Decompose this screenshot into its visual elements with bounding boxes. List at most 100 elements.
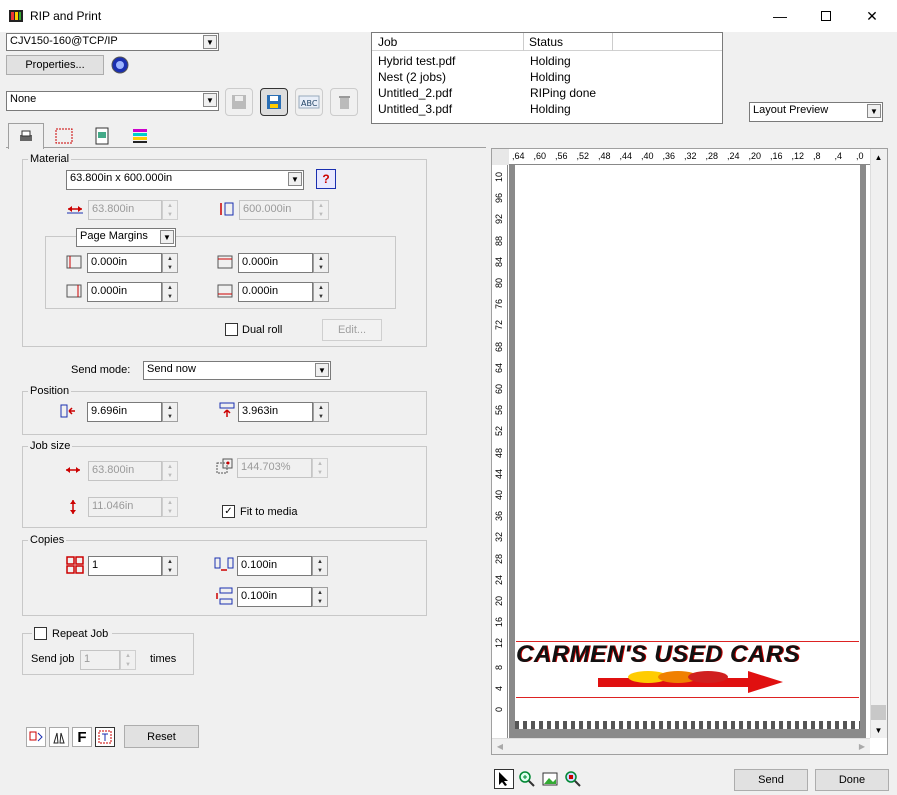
minimize-button[interactable]: —: [757, 0, 803, 32]
floppy-disk-icon: [267, 95, 281, 109]
delete-preset-button[interactable]: [330, 88, 358, 116]
margin-right-icon: [66, 284, 82, 298]
tab-image[interactable]: [86, 124, 118, 148]
job-width-spinner: ▲ ▼: [162, 461, 178, 481]
margin-top-spinner[interactable]: ▲ ▼: [313, 253, 329, 273]
margin-left-spinner[interactable]: ▲ ▼: [162, 253, 178, 273]
job-preview-image[interactable]: CARMEN'S USED CARS: [516, 639, 859, 699]
position-y-spinner[interactable]: ▲ ▼: [313, 402, 329, 422]
material-width-field: 63.800in: [88, 200, 162, 220]
chevron-down-icon: ▼: [315, 363, 329, 377]
margin-top-field[interactable]: 0.000in: [238, 253, 313, 273]
rotate-icon: [29, 731, 43, 742]
view-mode-select[interactable]: Layout Preview ▼: [749, 102, 883, 122]
margin-right-field[interactable]: 0.000in: [87, 282, 162, 302]
horizontal-gap-spinner[interactable]: ▲ ▼: [312, 556, 328, 576]
position-y-field[interactable]: 3.963in: [238, 402, 313, 422]
font-button-label: F: [77, 728, 87, 746]
left-ruler-tick: 68: [494, 341, 504, 352]
fit-to-media-checkbox[interactable]: ✓: [222, 505, 235, 518]
left-ruler-tick: 84: [494, 256, 504, 267]
left-ruler-tick: 12: [494, 638, 504, 649]
position-x-icon: [60, 403, 78, 419]
mirror-icon: [53, 732, 65, 744]
scroll-up-icon[interactable]: ▲: [870, 149, 887, 165]
margin-left-field[interactable]: 0.000in: [87, 253, 162, 273]
material-height-field: 600.000in: [239, 200, 313, 220]
left-ruler-tick: 28: [494, 553, 504, 564]
window-title: RIP and Print: [30, 9, 102, 23]
printer-status-button[interactable]: [111, 56, 129, 74]
car-arrow-icon: [598, 671, 783, 693]
top-ruler-tick: ,36: [662, 151, 676, 161]
tab-printer[interactable]: [8, 123, 44, 149]
margin-right-spinner[interactable]: ▲ ▼: [162, 282, 178, 302]
column-header-job[interactable]: Job: [378, 35, 397, 49]
vertical-scroll-thumb[interactable]: [871, 705, 886, 720]
reset-button[interactable]: Reset: [124, 725, 199, 748]
margin-bottom-field[interactable]: 0.000in: [238, 282, 313, 302]
job-name[interactable]: Untitled_3.pdf: [378, 102, 452, 116]
vertical-scrollbar[interactable]: [870, 149, 887, 738]
margins-mode-value: Page Margins: [80, 230, 148, 242]
zoom-in-button[interactable]: [517, 769, 537, 789]
maximize-button[interactable]: [803, 0, 849, 32]
repeat-job-label: Repeat Job: [52, 628, 109, 640]
tab-layout[interactable]: [48, 124, 80, 148]
abc-icon: ABC: [298, 95, 320, 109]
logo-text: CARMEN'S USED CARS: [516, 641, 801, 668]
close-button[interactable]: ✕: [849, 0, 895, 32]
maximize-icon: [821, 11, 831, 21]
scroll-right-icon[interactable]: ▶: [854, 738, 870, 754]
vertical-gap-field[interactable]: 0.100in: [237, 587, 312, 607]
margin-bottom-spinner[interactable]: ▲ ▼: [313, 282, 329, 302]
crop-marks-icon: [98, 730, 112, 744]
send-mode-select[interactable]: Send now ▼: [143, 361, 331, 380]
tab-color[interactable]: [124, 124, 156, 148]
preset-select[interactable]: None ▼: [6, 91, 219, 111]
globe-icon: [111, 56, 129, 74]
material-size-select[interactable]: 63.800in x 600.000in ▼: [66, 170, 304, 190]
horizontal-gap-field[interactable]: 0.100in: [237, 556, 312, 576]
save-preset-button[interactable]: [225, 88, 253, 116]
margins-mode-select[interactable]: Page Margins ▼: [76, 228, 176, 247]
copies-count-field[interactable]: 1: [88, 556, 162, 576]
material-help-button[interactable]: ?: [316, 169, 336, 189]
job-name[interactable]: Untitled_2.pdf: [378, 86, 452, 100]
rename-preset-button[interactable]: ABC: [295, 88, 323, 116]
width-icon: [66, 201, 84, 217]
job-list[interactable]: Job Status Hybrid test.pdf Holding Nest …: [371, 32, 723, 124]
left-ruler-tick: 32: [494, 532, 504, 543]
vertical-gap-spinner[interactable]: ▲ ▼: [312, 587, 328, 607]
done-button[interactable]: Done: [815, 769, 889, 791]
ruler-corner: [492, 149, 509, 165]
repeat-job-checkbox[interactable]: [34, 627, 47, 640]
edit-dual-roll-button[interactable]: Edit...: [322, 319, 382, 341]
crop-marks-button[interactable]: [95, 727, 115, 747]
rotate-button[interactable]: [26, 727, 46, 747]
mirror-button[interactable]: [49, 727, 69, 747]
position-x-field[interactable]: 9.696in: [87, 402, 162, 422]
copies-count-spinner[interactable]: ▲ ▼: [162, 556, 178, 576]
top-ruler-tick: ,48: [598, 151, 611, 161]
select-tool-button[interactable]: [494, 769, 514, 789]
scroll-left-icon[interactable]: ◀: [492, 738, 508, 754]
top-ruler-tick: ,64: [512, 151, 525, 161]
zoom-selection-button[interactable]: [563, 769, 583, 789]
left-ruler-tick: 64: [494, 362, 504, 373]
dual-roll-checkbox[interactable]: [225, 323, 238, 336]
horizontal-scrollbar[interactable]: [492, 738, 870, 754]
scroll-down-icon[interactable]: ▼: [870, 722, 887, 738]
font-button[interactable]: F: [72, 727, 92, 747]
left-ruler-tick: 10: [494, 171, 504, 182]
save-as-preset-button[interactable]: [260, 88, 288, 116]
job-height-field: 11.046in: [88, 497, 162, 517]
position-x-spinner[interactable]: ▲ ▼: [162, 402, 178, 422]
send-button[interactable]: Send: [734, 769, 808, 791]
job-name[interactable]: Hybrid test.pdf: [378, 54, 455, 68]
properties-button[interactable]: Properties...: [6, 55, 104, 75]
fit-view-button[interactable]: [540, 769, 560, 789]
job-name[interactable]: Nest (2 jobs): [378, 70, 446, 84]
column-header-status[interactable]: Status: [529, 35, 563, 49]
printer-select[interactable]: CJV150-160@TCP/IP ▼: [6, 33, 219, 51]
